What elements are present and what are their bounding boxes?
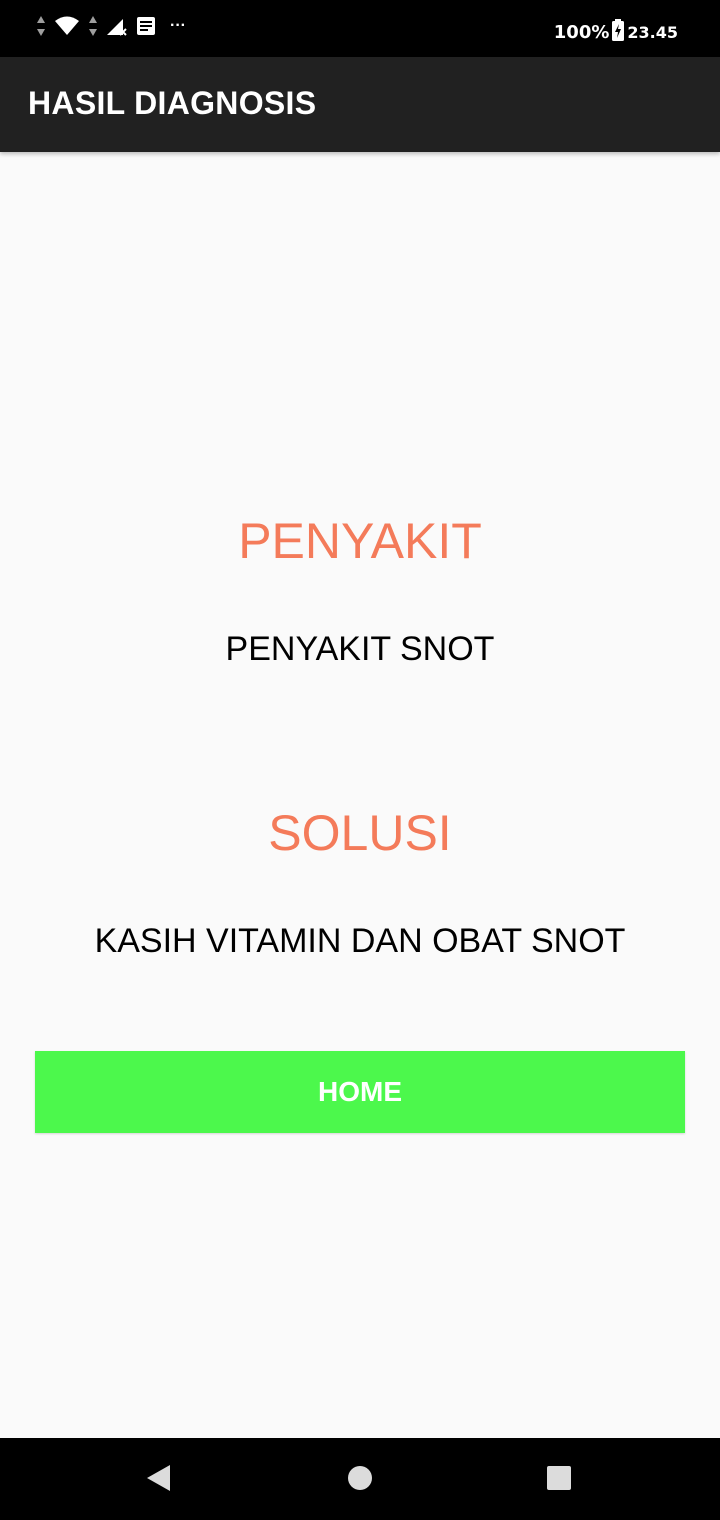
recents-icon (546, 1465, 572, 1496)
home-button[interactable]: HOME (35, 1051, 685, 1133)
back-button[interactable] (138, 1460, 178, 1500)
status-icons-left: ··· (36, 12, 186, 40)
page-title: HASIL DIAGNOSIS (28, 85, 317, 121)
data-arrows-icon (36, 15, 46, 37)
clock: 23.45 (627, 22, 678, 42)
status-icons-right: 100% 23.45 (554, 18, 678, 46)
disease-heading: PENYAKIT (238, 513, 482, 569)
app-bar: HASIL DIAGNOSIS (0, 57, 720, 152)
diagnosis-result: PENYAKIT PENYAKIT SNOT SOLUSI KASIH VITA… (0, 152, 720, 1438)
data-arrows-icon (88, 15, 98, 37)
back-icon (144, 1463, 172, 1498)
home-circle-icon (347, 1465, 373, 1496)
disease-value: PENYAKIT SNOT (225, 630, 495, 668)
signal-no-sim-icon (106, 15, 128, 37)
battery-charging-icon (612, 18, 625, 46)
solution-heading: SOLUSI (268, 805, 452, 861)
notification-icon (136, 16, 156, 36)
navigation-bar (0, 1438, 720, 1520)
battery-level: 100% (553, 21, 610, 43)
home-nav-button[interactable] (340, 1460, 380, 1500)
status-bar: ··· 100% 23.45 (0, 0, 720, 57)
wifi-icon (54, 16, 80, 36)
recents-button[interactable] (539, 1460, 579, 1500)
solution-value: KASIH VITAMIN DAN OBAT SNOT (94, 922, 626, 960)
more-icon: ··· (170, 17, 186, 34)
